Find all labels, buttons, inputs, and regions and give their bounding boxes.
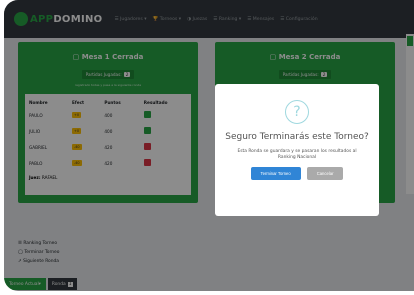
app-window: APPDOMINO ☰ Jugadores ▾ 🏆 Torneos ▾ ◑ Ju… xyxy=(4,0,414,291)
dialog-actions: Terminar Torneo Cancelar xyxy=(215,167,379,180)
question-icon: ? xyxy=(285,100,309,124)
cancel-button[interactable]: Cancelar xyxy=(306,167,344,180)
dialog-title: Seguro Terminarás este Torneo? xyxy=(225,132,369,142)
screen-frame: APPDOMINO ☰ Jugadores ▾ 🏆 Torneos ▾ ◑ Ju… xyxy=(0,0,414,295)
dialog-message: Esta Ronda se guardara y se pasaran los … xyxy=(237,149,357,160)
terminar-torneo-button[interactable]: Terminar Torneo xyxy=(250,167,301,180)
modal-overlay[interactable]: ? Seguro Terminarás este Torneo? Esta Ro… xyxy=(4,0,414,291)
confirm-dialog: ? Seguro Terminarás este Torneo? Esta Ro… xyxy=(215,84,379,216)
